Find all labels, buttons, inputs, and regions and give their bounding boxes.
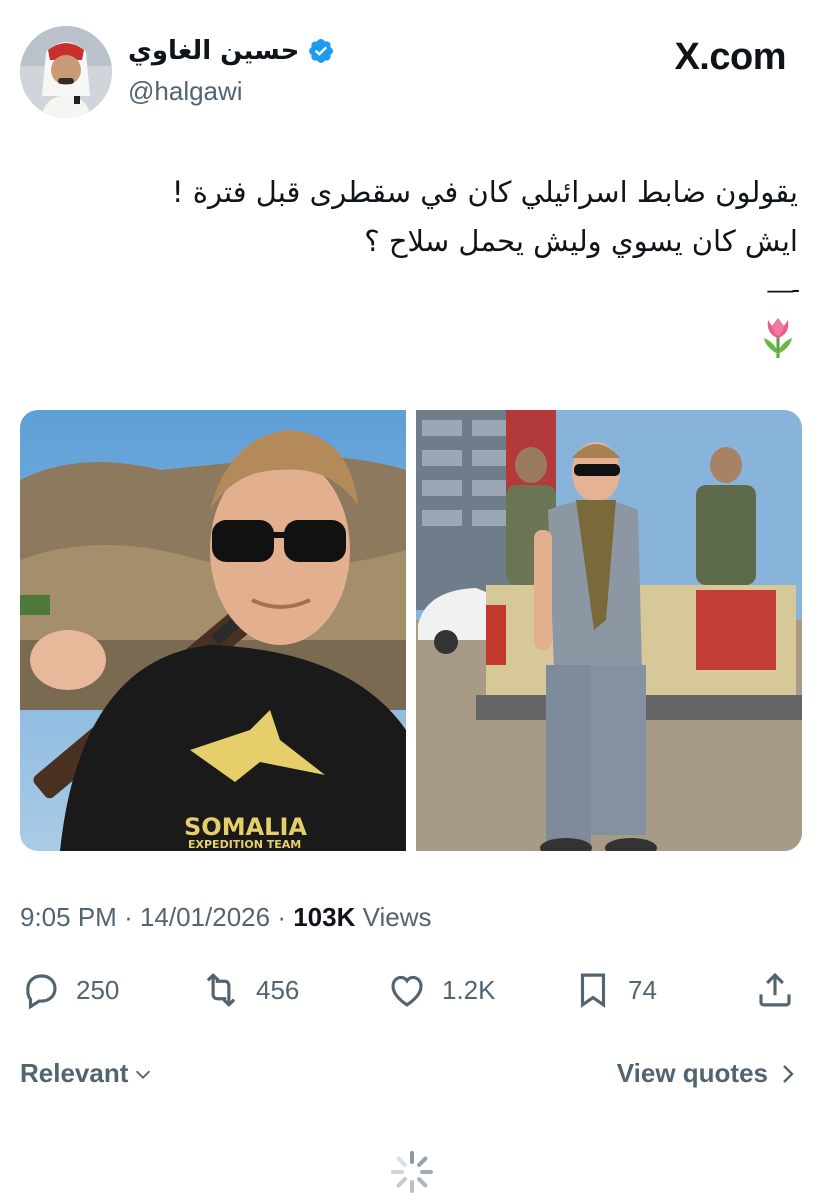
loading-spinner-icon bbox=[391, 1151, 433, 1193]
repost-button[interactable]: 456 bbox=[200, 965, 299, 1015]
tulip-icon bbox=[764, 318, 792, 358]
photo-1[interactable]: SOMALIA EXPEDITION TEAM bbox=[20, 410, 406, 851]
sort-dropdown[interactable]: Relevant bbox=[20, 1058, 154, 1089]
tweet-time[interactable]: 9:05 PM bbox=[20, 902, 117, 932]
author-handle[interactable]: @halgawi bbox=[128, 76, 243, 107]
tweet-meta: 9:05 PM · 14/01/2026 · 103K Views bbox=[20, 902, 432, 933]
tweet-text: يقولون ضابط اسرائيلي كان في سقطرى قبل فت… bbox=[18, 168, 798, 266]
avatar-image bbox=[20, 26, 112, 118]
display-name[interactable]: حسين الغاوي bbox=[128, 36, 299, 66]
views-label: Views bbox=[362, 902, 432, 932]
meta-separator: · bbox=[124, 902, 140, 932]
media-grid[interactable]: SOMALIA EXPEDITION TEAM bbox=[20, 410, 802, 851]
reply-icon bbox=[26, 974, 57, 1010]
sort-label: Relevant bbox=[20, 1058, 129, 1088]
shirt-text-1: SOMALIA bbox=[184, 813, 307, 841]
shirt-text-2: EXPEDITION TEAM bbox=[188, 838, 301, 851]
like-button[interactable]: 1.2K bbox=[386, 965, 496, 1015]
bookmark-count: 74 bbox=[628, 974, 657, 1005]
tweet-date[interactable]: 14/01/2026 bbox=[140, 902, 270, 932]
action-bar: 250 456 1.2K 74 bbox=[20, 965, 802, 1015]
photo-2[interactable] bbox=[416, 410, 802, 851]
repost-icon bbox=[206, 973, 236, 1007]
bookmark-button[interactable]: 74 bbox=[572, 965, 657, 1015]
share-icon bbox=[759, 972, 791, 1007]
chevron-down-icon bbox=[136, 1070, 151, 1079]
tweet-line: يقولون ضابط اسرائيلي كان في سقطرى قبل فت… bbox=[171, 175, 798, 209]
photo-2-image bbox=[416, 410, 802, 851]
reply-count: 250 bbox=[76, 974, 120, 1005]
view-quotes-label: View quotes bbox=[616, 1058, 768, 1088]
bookmark-icon bbox=[580, 973, 606, 1008]
meta-separator: · bbox=[277, 902, 294, 932]
verified-badge-icon bbox=[309, 39, 334, 63]
repost-count: 456 bbox=[256, 974, 300, 1005]
heart-icon bbox=[391, 975, 423, 1007]
chevron-right-icon bbox=[783, 1064, 794, 1083]
photo-1-image: SOMALIA EXPEDITION TEAM bbox=[20, 410, 406, 851]
tweet-line: ايش كان يسوي وليش يحمل سلاح ؟ bbox=[364, 224, 798, 258]
view-quotes-link[interactable]: View quotes bbox=[617, 1058, 798, 1089]
reply-button[interactable]: 250 bbox=[20, 965, 119, 1015]
views-count: 103K bbox=[293, 902, 356, 932]
tweet-separator: —- bbox=[767, 274, 800, 304]
avatar[interactable] bbox=[20, 26, 112, 118]
like-count: 1.2K bbox=[442, 974, 496, 1005]
site-logo: X.com bbox=[674, 36, 786, 78]
share-button[interactable] bbox=[754, 965, 796, 1015]
author-name-row[interactable]: حسين الغاوي bbox=[128, 36, 335, 66]
